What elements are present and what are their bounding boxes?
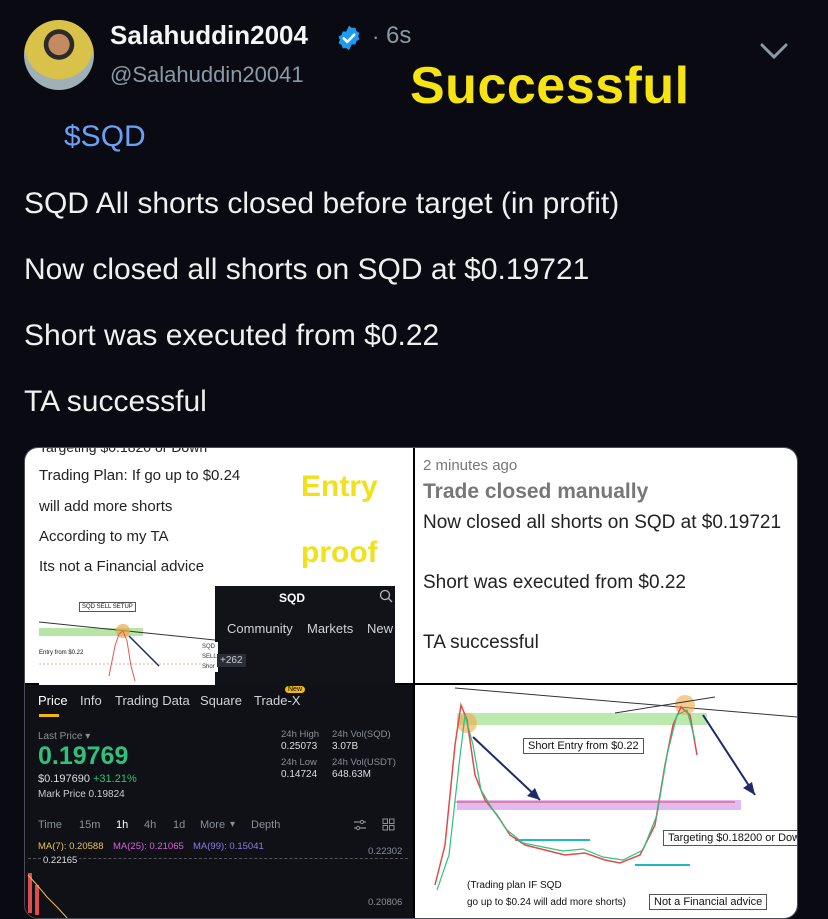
- short-entry-label: Short Entry from $0.22: [523, 738, 644, 754]
- interval-15m: 15m: [79, 819, 101, 831]
- usd-price: $0.197690: [38, 773, 90, 785]
- media-image-trade-closed[interactable]: 2 minutes ago Trade closed manually Now …: [415, 448, 797, 683]
- interval-more: More: [200, 819, 226, 831]
- search-icon: [379, 589, 393, 603]
- interval-1d: 1d: [173, 819, 186, 831]
- closed-line-1: Now closed all shorts on SQD at $0.19721: [423, 512, 782, 533]
- count-badge: +262: [217, 654, 246, 667]
- ma7-value: MA(7): 0.20588: [38, 841, 104, 852]
- tab-info: Info: [80, 693, 102, 708]
- price-change: +31.21%: [93, 773, 137, 785]
- low-label: 24h Low: [281, 757, 317, 768]
- media-image-chart[interactable]: Short Entry from $0.22 Targeting $0.1820…: [415, 685, 797, 918]
- side-label-2: SELL: [202, 654, 217, 660]
- plan-line-3: According to my TA: [39, 528, 169, 545]
- closed-line-3: TA successful: [423, 632, 539, 653]
- last-price-label-row: Last Price ▾: [38, 731, 90, 742]
- new-badge: New: [285, 686, 306, 693]
- mini-app-panel: SQD Community Markets New SQD SELL Shor …: [201, 586, 395, 686]
- ma25-value: MA(25): 0.21065: [113, 841, 184, 852]
- last-price-label: Last Price: [38, 731, 83, 742]
- side-label-1: SQD: [202, 644, 216, 650]
- side-label-3: Shor: [202, 664, 215, 670]
- high-value: 0.25073: [281, 741, 318, 752]
- low-value: 0.14724: [281, 769, 318, 780]
- target-label: Targeting $0.18200 or Down: [663, 830, 797, 846]
- cashtag-link[interactable]: $SQD: [64, 120, 146, 154]
- axis-top-value: 0.22302: [368, 846, 403, 857]
- mini-screenshot: SQD SELL SETUP Entry from $0.22 SQD Comm…: [39, 586, 395, 686]
- successful-overlay-text: Successful: [410, 57, 690, 115]
- verified-badge-icon: [338, 25, 360, 51]
- media-grid[interactable]: Targeting $0.1820 or Down Trading Plan: …: [24, 447, 798, 919]
- caret-down-icon: ▾: [85, 731, 91, 742]
- tab-square: Square: [200, 693, 242, 708]
- interval-time: Time: [38, 819, 63, 831]
- side-labels: SQD SELL Shor: [201, 642, 218, 672]
- vol-usdt-value: 648.63M: [332, 769, 371, 780]
- entry-overlay-text: Entry: [301, 470, 378, 503]
- nfa-label: Not a Financial advice: [649, 894, 768, 910]
- grid-layout-icon: [382, 818, 395, 831]
- trade-closed-title: Trade closed manually: [423, 480, 649, 503]
- media-image-trading-plan[interactable]: Targeting $0.1820 or Down Trading Plan: …: [25, 447, 413, 686]
- proof-overlay-text: proof: [301, 536, 378, 569]
- tweet-line-2: Now closed all shorts on SQD at $0.19721: [24, 253, 590, 286]
- vol-usdt-label: 24h Vol(USDT): [332, 757, 396, 768]
- user-handle[interactable]: @Salahuddin20041: [110, 62, 304, 88]
- interval-depth: Depth: [251, 819, 281, 831]
- closed-line-2: Short was executed from $0.22: [423, 572, 686, 593]
- chevron-down-icon[interactable]: [758, 40, 790, 62]
- axis-bottom-value: 0.20806: [368, 897, 403, 908]
- interval-4h: 4h: [144, 819, 157, 831]
- active-tab-indicator: [39, 714, 59, 717]
- plan-label-line-2: go up to $0.24 will add more shorts): [467, 897, 626, 908]
- plan-label: (Trading plan IF SQD go up to $0.24 will…: [467, 877, 626, 911]
- plan-line-1: Trading Plan: If go up to $0.24: [39, 467, 241, 484]
- vol-sqd-value: 3.07B: [332, 741, 359, 752]
- avatar[interactable]: [24, 20, 94, 90]
- media-image-price-screen[interactable]: Price Info Trading Data Square Trade-X N…: [25, 685, 413, 918]
- plan-label-line-1: (Trading plan IF SQD: [467, 880, 562, 891]
- vol-sqd-label: 24h Vol(SQD): [332, 729, 391, 740]
- more-caret-icon: ▾: [230, 819, 236, 830]
- mini-entry-label: Entry from $0.22: [39, 650, 84, 656]
- last-price-value: 0.19769: [38, 742, 129, 770]
- tab-trade-x: Trade-X: [254, 693, 301, 708]
- tab-markets: Markets: [307, 621, 354, 636]
- coin-title: SQD: [279, 591, 306, 605]
- indicator-settings-icon: [354, 819, 366, 831]
- mini-chart-lines: [39, 621, 215, 682]
- interval-1h: 1h: [116, 819, 129, 831]
- cut-text: Targeting $0.1820 or Down: [39, 447, 208, 455]
- mini-chart: SQD SELL SETUP Entry from $0.22: [39, 586, 215, 686]
- candles-sketch: [27, 873, 68, 918]
- plan-line-4: Its not a Financial advice: [39, 558, 205, 575]
- tab-price: Price: [38, 693, 68, 708]
- high-label: 24h High: [281, 729, 320, 740]
- display-name[interactable]: Salahuddin2004: [110, 20, 308, 51]
- ma99-value: MA(99): 0.15041: [193, 841, 264, 852]
- separator-dot: ·: [372, 24, 380, 49]
- tab-new: New: [367, 621, 394, 636]
- tab-trading-data: Trading Data: [115, 693, 190, 708]
- tweet-line-3: Short was executed from $0.22: [24, 319, 440, 352]
- time-ago: 2 minutes ago: [423, 457, 518, 474]
- tweet-line-4: TA successful: [24, 385, 207, 418]
- tab-community: Community: [227, 621, 293, 636]
- price-line: [28, 858, 408, 859]
- mark-price: Mark Price 0.19824: [38, 789, 125, 800]
- timestamp[interactable]: 6s: [386, 22, 411, 50]
- plan-line-2: will add more shorts: [39, 498, 173, 515]
- tweet-line-1: SQD All shorts closed before target (in …: [24, 187, 620, 220]
